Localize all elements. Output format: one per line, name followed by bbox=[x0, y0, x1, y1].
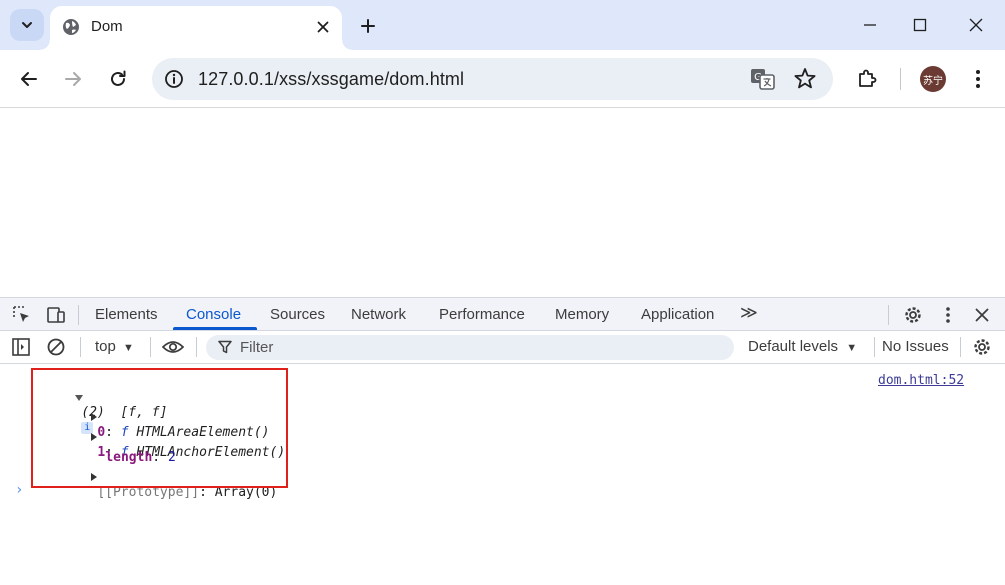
browser-menu-button[interactable] bbox=[963, 64, 993, 94]
gear-icon bbox=[905, 307, 921, 323]
filter-input[interactable]: Filter bbox=[206, 335, 734, 360]
arrow-left-icon bbox=[21, 72, 37, 86]
browser-tab[interactable]: Dom bbox=[40, 6, 352, 50]
devtools-tabbar: Elements Console Sources Network Perform… bbox=[0, 297, 1005, 331]
tab-memory[interactable]: Memory bbox=[555, 306, 609, 323]
console-toolbar: top ▼ Filter Default levels ▼ No Issues bbox=[0, 331, 1005, 364]
close-icon bbox=[969, 18, 983, 32]
context-selector[interactable]: top ▼ bbox=[95, 338, 134, 355]
extensions-button[interactable] bbox=[852, 64, 882, 94]
tabbar-divider bbox=[78, 305, 79, 325]
plus-icon bbox=[361, 19, 375, 33]
minimize-button[interactable] bbox=[850, 10, 890, 40]
translate-icon[interactable]: G bbox=[750, 67, 776, 91]
site-info-button[interactable] bbox=[160, 65, 188, 93]
chevron-down-icon bbox=[22, 22, 32, 28]
filterbar-divider bbox=[874, 337, 875, 357]
tab-application[interactable]: Application bbox=[641, 306, 714, 323]
tab-strip: Dom bbox=[0, 0, 1005, 50]
issues-button[interactable]: No Issues bbox=[882, 338, 949, 355]
inspect-element-button[interactable] bbox=[11, 304, 33, 326]
url-text[interactable]: 127.0.0.1/xss/xssgame/dom.html bbox=[198, 69, 464, 90]
console-settings-button[interactable] bbox=[971, 336, 993, 358]
tab-network[interactable]: Network bbox=[351, 306, 406, 323]
profile-avatar[interactable]: 苏宁 bbox=[920, 66, 946, 92]
close-icon bbox=[317, 21, 329, 33]
maximize-icon bbox=[913, 18, 927, 32]
sidebar-icon bbox=[12, 338, 30, 356]
reload-icon bbox=[111, 70, 126, 86]
window-close-button[interactable] bbox=[956, 10, 996, 40]
new-tab-button[interactable] bbox=[355, 13, 381, 39]
clear-console-button[interactable] bbox=[45, 336, 67, 358]
reload-button[interactable] bbox=[103, 64, 133, 94]
source-link[interactable]: dom.html:52 bbox=[878, 373, 964, 388]
close-icon bbox=[975, 308, 989, 322]
puzzle-icon bbox=[859, 69, 877, 87]
caret-down-icon: ▼ bbox=[846, 342, 858, 354]
block-icon bbox=[47, 338, 65, 356]
tab-performance[interactable]: Performance bbox=[439, 306, 525, 323]
back-button[interactable] bbox=[14, 64, 44, 94]
info-icon bbox=[165, 70, 183, 88]
log-levels-dropdown[interactable]: Default levels ▼ bbox=[748, 338, 857, 355]
sidebar-toggle-button[interactable] bbox=[10, 336, 32, 358]
toolbar-divider bbox=[900, 68, 901, 90]
maximize-button[interactable] bbox=[900, 10, 940, 40]
caret-down-icon: ▼ bbox=[123, 342, 134, 354]
tab-elements[interactable]: Elements bbox=[95, 306, 158, 323]
log-levels-label: Default levels bbox=[748, 338, 839, 355]
inspect-icon bbox=[13, 306, 29, 322]
bookmark-star-icon[interactable] bbox=[792, 66, 818, 92]
devtools-settings-button[interactable] bbox=[902, 304, 924, 326]
more-tabs-button[interactable]: ≫ bbox=[740, 303, 758, 323]
tab-title: Dom bbox=[91, 18, 123, 35]
arrow-right-icon bbox=[65, 72, 81, 86]
annotation-highlight-box bbox=[31, 368, 288, 488]
tab-search-button[interactable] bbox=[10, 9, 44, 41]
more-vertical-icon bbox=[946, 307, 950, 323]
filter-icon bbox=[218, 340, 232, 354]
filterbar-divider bbox=[150, 337, 151, 357]
tab-sources[interactable]: Sources bbox=[270, 306, 325, 323]
devtools-close-button[interactable] bbox=[971, 304, 993, 326]
minimize-icon bbox=[864, 24, 876, 26]
forward-button[interactable] bbox=[58, 64, 88, 94]
address-bar[interactable]: 127.0.0.1/xss/xssgame/dom.html G bbox=[152, 58, 833, 100]
page-viewport bbox=[0, 109, 1005, 297]
live-expression-button[interactable] bbox=[162, 336, 184, 358]
filterbar-divider bbox=[80, 337, 81, 357]
devtools-menu-button[interactable] bbox=[937, 304, 959, 326]
active-tab-indicator bbox=[173, 327, 257, 330]
more-vertical-icon bbox=[976, 70, 980, 88]
context-selector-label: top bbox=[95, 338, 116, 355]
tab-console[interactable]: Console bbox=[186, 306, 241, 323]
tabbar-divider bbox=[888, 305, 889, 325]
eye-icon bbox=[162, 341, 184, 353]
filter-placeholder: Filter bbox=[240, 339, 274, 356]
console-prompt-icon[interactable]: › bbox=[15, 482, 23, 498]
device-toolbar-button[interactable] bbox=[45, 304, 67, 326]
globe-icon bbox=[63, 19, 79, 35]
device-icon bbox=[47, 307, 65, 323]
tab-close-button[interactable] bbox=[312, 16, 334, 38]
gear-icon bbox=[974, 339, 990, 355]
filterbar-divider bbox=[196, 337, 197, 357]
filterbar-divider bbox=[960, 337, 961, 357]
browser-toolbar: 127.0.0.1/xss/xssgame/dom.html G 苏宁 bbox=[0, 50, 1005, 108]
